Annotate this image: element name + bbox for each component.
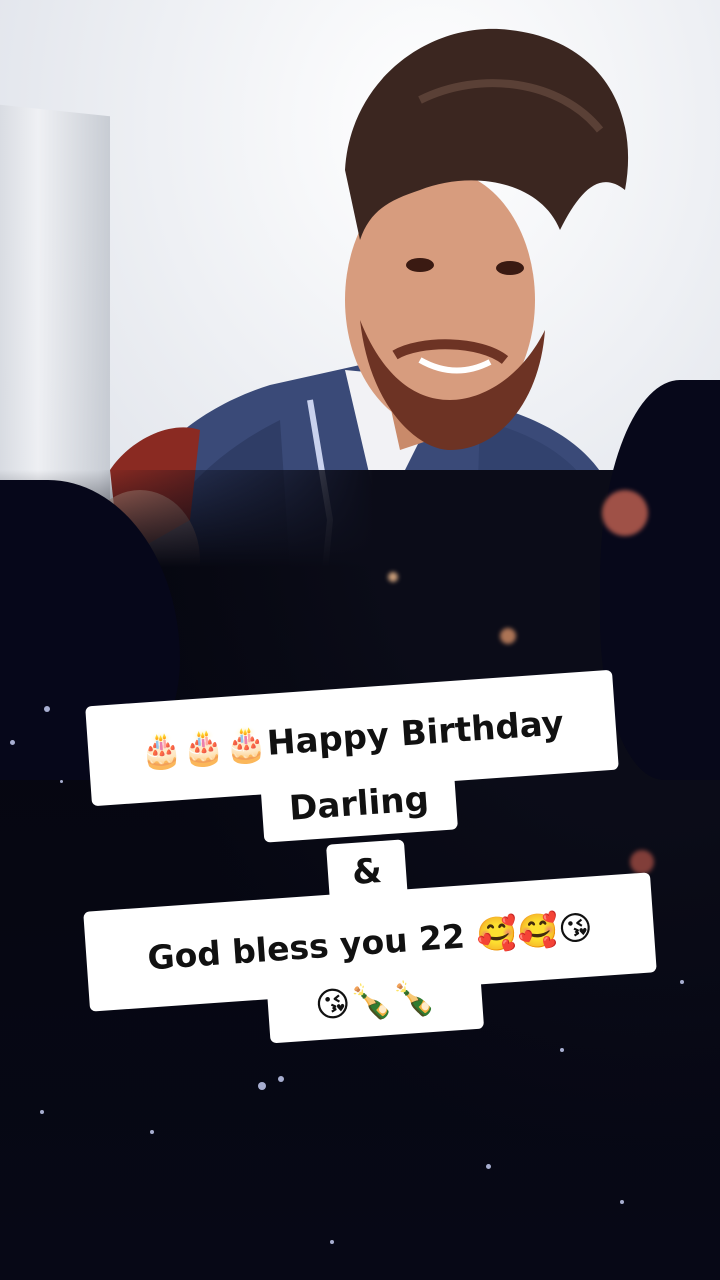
caption-text-5: 😘🍾🍾 — [313, 977, 437, 1027]
sparkle — [620, 1200, 624, 1204]
sparkle — [258, 1082, 266, 1090]
sparkle — [560, 1048, 564, 1052]
sparkle — [60, 780, 63, 783]
sparkle — [10, 740, 15, 745]
caption-text-1: 🎂🎂🎂Happy Birthday — [138, 703, 566, 773]
sparkle — [278, 1076, 284, 1082]
caption-line-2: Darling — [260, 765, 458, 843]
caption-text-4: God bless you 22 🥰🥰😘 — [146, 906, 594, 978]
bokeh-light — [602, 490, 648, 536]
sparkle — [680, 980, 684, 984]
caption-text-3: & — [350, 851, 384, 893]
sparkle — [330, 1240, 334, 1244]
bokeh-light — [630, 850, 654, 874]
sparkle — [40, 1110, 44, 1114]
bokeh-light — [388, 572, 398, 582]
photo-background — [0, 0, 720, 1280]
sparkle — [44, 706, 50, 712]
sparkle — [486, 1164, 491, 1169]
caption-text-2: Darling — [287, 779, 431, 829]
bokeh-light — [500, 628, 516, 644]
sparkle — [150, 1130, 154, 1134]
